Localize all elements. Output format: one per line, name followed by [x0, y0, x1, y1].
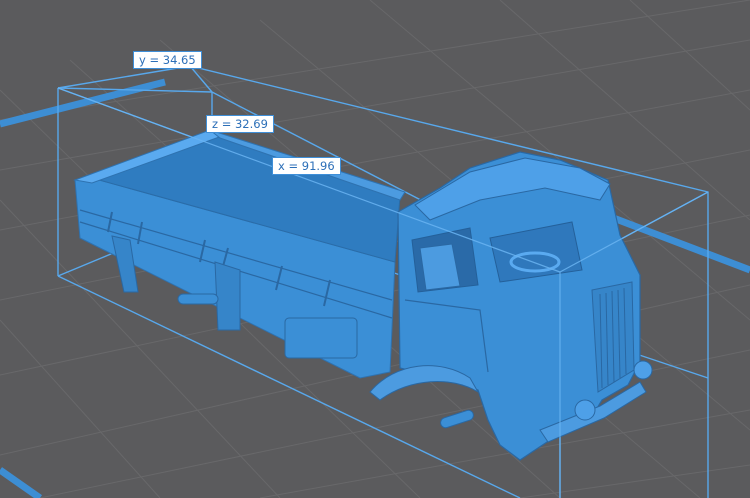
headlight-left	[574, 399, 596, 421]
scene-canvas[interactable]	[0, 0, 750, 498]
front-axle	[440, 409, 474, 429]
exhaust-pipe-rear	[177, 293, 219, 305]
headlight-right	[633, 360, 653, 380]
chassis-bracket	[214, 261, 241, 331]
dimension-z-label: z = 32.69	[206, 115, 274, 133]
fuel-tank	[284, 317, 358, 359]
dimension-x-label: x = 91.96	[272, 157, 341, 175]
truck-model[interactable]	[73, 129, 653, 461]
dimension-y-label: y = 34.65	[133, 51, 202, 69]
3d-viewport[interactable]: y = 34.65 z = 32.69 x = 91.96	[0, 0, 750, 498]
